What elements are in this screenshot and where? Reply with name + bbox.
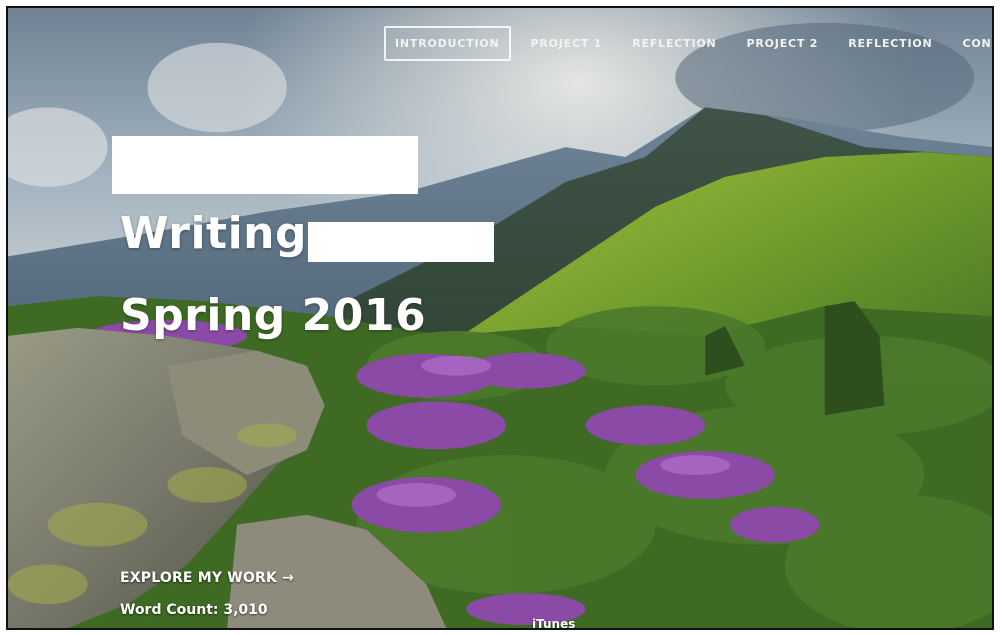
word-count-text: Word Count: 3,010 xyxy=(120,602,268,618)
explore-my-work-link[interactable]: EXPLORE MY WORK → xyxy=(120,570,294,586)
nav-item-project-1[interactable]: PROJECT 1 xyxy=(521,26,613,61)
nav-item-introduction[interactable]: INTRODUCTION xyxy=(384,26,511,61)
redacted-course-number xyxy=(308,222,494,262)
page-frame: INTRODUCTION PROJECT 1 REFLECTION PROJEC… xyxy=(6,6,994,630)
hero-title-line-2: Spring 2016 xyxy=(120,290,427,341)
hero-title-line-1: Writing xyxy=(120,208,307,259)
nav-item-conclusion[interactable]: CONCLUSION xyxy=(953,26,992,61)
top-navigation: INTRODUCTION PROJECT 1 REFLECTION PROJEC… xyxy=(384,26,992,61)
nav-item-reflection-2[interactable]: REFLECTION xyxy=(838,26,942,61)
redacted-name-block xyxy=(112,136,418,194)
nav-item-reflection-1[interactable]: REFLECTION xyxy=(622,26,726,61)
itunes-link[interactable]: iTunes xyxy=(532,617,575,628)
nav-item-project-2[interactable]: PROJECT 2 xyxy=(737,26,829,61)
